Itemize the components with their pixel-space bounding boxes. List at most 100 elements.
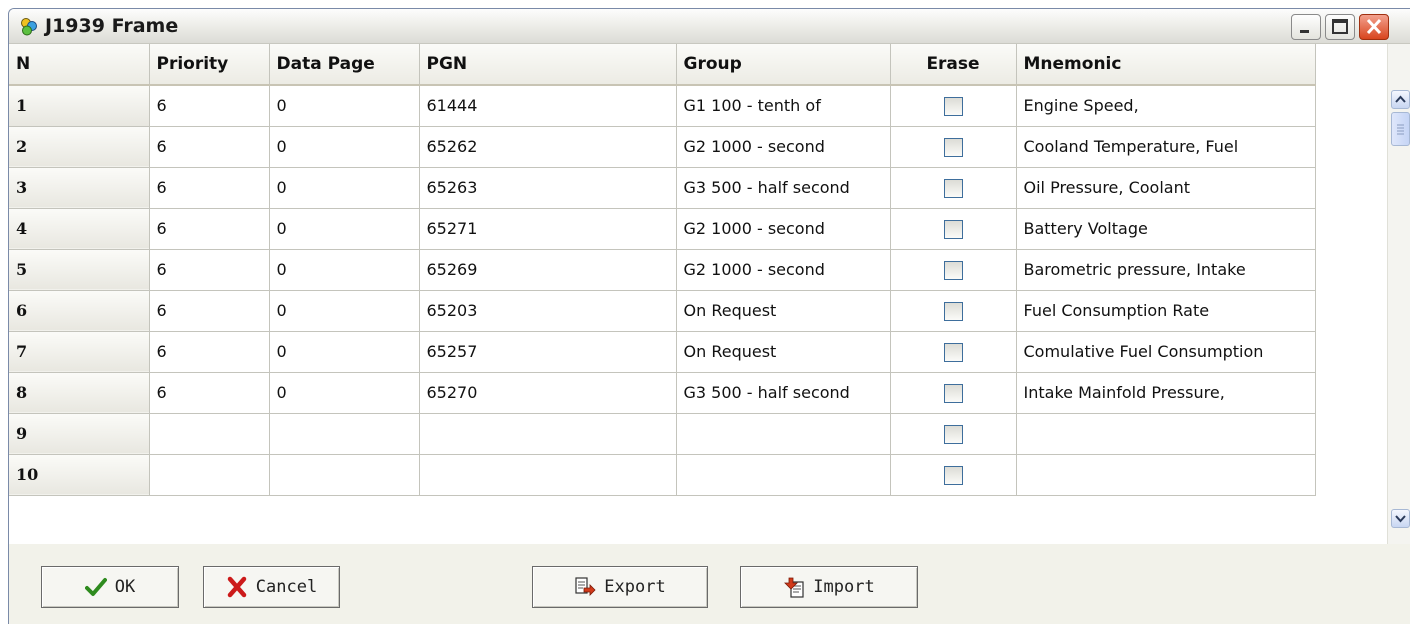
row-number-cell[interactable]: 5 <box>9 249 150 291</box>
priority-cell[interactable] <box>149 413 270 455</box>
scroll-up-button[interactable] <box>1391 90 1410 109</box>
header-row: N Priority Data Page PGN Group Erase Mne… <box>9 44 1316 86</box>
pgn-cell[interactable]: 65269 <box>419 249 677 291</box>
row-number-cell[interactable]: 9 <box>9 413 150 455</box>
row-number-cell[interactable]: 1 <box>9 85 150 127</box>
import-button[interactable]: Import <box>740 566 918 608</box>
mnemonic-cell[interactable]: Cooland Temperature, Fuel <box>1016 126 1316 168</box>
mnemonic-cell[interactable] <box>1016 454 1316 496</box>
priority-cell[interactable]: 6 <box>149 331 270 373</box>
group-cell[interactable]: G2 1000 - second <box>676 249 891 291</box>
data-page-cell[interactable] <box>269 454 420 496</box>
priority-cell[interactable]: 6 <box>149 126 270 168</box>
data-page-cell[interactable]: 0 <box>269 126 420 168</box>
row-number-cell[interactable]: 7 <box>9 331 150 373</box>
scroll-thumb[interactable] <box>1391 112 1410 146</box>
pgn-cell[interactable]: 61444 <box>419 85 677 127</box>
maximize-button[interactable] <box>1325 14 1355 40</box>
export-button[interactable]: Export <box>532 566 708 608</box>
mnemonic-cell[interactable]: Engine Speed, <box>1016 85 1316 127</box>
title-bar[interactable]: J1939 Frame <box>9 9 1410 44</box>
erase-cell <box>890 167 1017 209</box>
erase-checkbox[interactable] <box>943 96 963 116</box>
priority-cell[interactable]: 6 <box>149 167 270 209</box>
row-number-cell[interactable]: 4 <box>9 208 150 250</box>
column-header-pgn[interactable]: PGN <box>419 44 677 86</box>
ok-button[interactable]: OK <box>41 566 179 608</box>
frame-grid[interactable]: N Priority Data Page PGN Group Erase Mne… <box>9 44 1387 544</box>
data-page-cell[interactable]: 0 <box>269 208 420 250</box>
table-row: 6 6 0 65203 On Request Fuel Consumption … <box>9 290 1316 332</box>
column-header-group[interactable]: Group <box>676 44 891 86</box>
data-page-cell[interactable]: 0 <box>269 249 420 291</box>
row-number-cell[interactable]: 3 <box>9 167 150 209</box>
erase-checkbox[interactable] <box>943 301 963 321</box>
data-page-cell[interactable]: 0 <box>269 372 420 414</box>
group-cell[interactable]: G2 1000 - second <box>676 208 891 250</box>
data-page-cell[interactable]: 0 <box>269 167 420 209</box>
group-cell[interactable]: On Request <box>676 290 891 332</box>
mnemonic-cell[interactable]: Comulative Fuel Consumption <box>1016 331 1316 373</box>
pgn-cell[interactable]: 65263 <box>419 167 677 209</box>
priority-cell[interactable]: 6 <box>149 249 270 291</box>
erase-checkbox[interactable] <box>943 260 963 280</box>
vertical-scrollbar[interactable] <box>1387 44 1410 544</box>
pgn-cell[interactable]: 65262 <box>419 126 677 168</box>
close-button[interactable] <box>1359 14 1389 40</box>
red-x-icon <box>226 576 248 598</box>
table-row: 3 6 0 65263 G3 500 - half second Oil Pre… <box>9 167 1316 209</box>
group-cell[interactable]: G3 500 - half second <box>676 372 891 414</box>
pgn-cell[interactable]: 65257 <box>419 331 677 373</box>
minimize-button[interactable] <box>1291 14 1321 40</box>
row-number-cell[interactable]: 8 <box>9 372 150 414</box>
row-number-cell[interactable]: 6 <box>9 290 150 332</box>
mnemonic-cell[interactable] <box>1016 413 1316 455</box>
erase-checkbox[interactable] <box>943 342 963 362</box>
erase-cell <box>890 454 1017 496</box>
mnemonic-cell[interactable]: Barometric pressure, Intake <box>1016 249 1316 291</box>
cancel-button[interactable]: Cancel <box>203 566 340 608</box>
erase-checkbox[interactable] <box>943 383 963 403</box>
mnemonic-cell[interactable]: Fuel Consumption Rate <box>1016 290 1316 332</box>
erase-checkbox[interactable] <box>943 219 963 239</box>
erase-checkbox[interactable] <box>943 465 963 485</box>
column-header-priority[interactable]: Priority <box>149 44 270 86</box>
group-cell[interactable] <box>676 454 891 496</box>
data-page-cell[interactable]: 0 <box>269 331 420 373</box>
erase-cell <box>890 249 1017 291</box>
data-page-cell[interactable]: 0 <box>269 85 420 127</box>
erase-checkbox[interactable] <box>943 137 963 157</box>
group-cell[interactable]: G2 1000 - second <box>676 126 891 168</box>
column-header-mnemonic[interactable]: Mnemonic <box>1016 44 1316 86</box>
erase-checkbox[interactable] <box>943 424 963 444</box>
group-cell[interactable]: G1 100 - tenth of <box>676 85 891 127</box>
row-number-cell[interactable]: 10 <box>9 454 150 496</box>
row-number-cell[interactable]: 2 <box>9 126 150 168</box>
pgn-cell[interactable]: 65203 <box>419 290 677 332</box>
group-cell[interactable]: G3 500 - half second <box>676 167 891 209</box>
priority-cell[interactable]: 6 <box>149 372 270 414</box>
priority-cell[interactable]: 6 <box>149 208 270 250</box>
erase-cell <box>890 126 1017 168</box>
pgn-cell[interactable]: 65270 <box>419 372 677 414</box>
priority-cell[interactable] <box>149 454 270 496</box>
column-header-n[interactable]: N <box>9 44 150 86</box>
priority-cell[interactable]: 6 <box>149 85 270 127</box>
pgn-cell[interactable] <box>419 413 677 455</box>
data-page-cell[interactable] <box>269 413 420 455</box>
column-header-data-page[interactable]: Data Page <box>269 44 420 86</box>
data-page-cell[interactable]: 0 <box>269 290 420 332</box>
pgn-cell[interactable] <box>419 454 677 496</box>
mnemonic-cell[interactable]: Oil Pressure, Coolant <box>1016 167 1316 209</box>
scroll-down-button[interactable] <box>1391 509 1410 528</box>
table-row: 10 <box>9 454 1316 496</box>
mnemonic-cell[interactable]: Battery Voltage <box>1016 208 1316 250</box>
group-cell[interactable]: On Request <box>676 331 891 373</box>
mnemonic-cell[interactable]: Intake Mainfold Pressure, <box>1016 372 1316 414</box>
priority-cell[interactable]: 6 <box>149 290 270 332</box>
pgn-cell[interactable]: 65271 <box>419 208 677 250</box>
column-header-erase[interactable]: Erase <box>890 44 1017 86</box>
maximize-icon <box>1332 19 1348 34</box>
erase-checkbox[interactable] <box>943 178 963 198</box>
group-cell[interactable] <box>676 413 891 455</box>
